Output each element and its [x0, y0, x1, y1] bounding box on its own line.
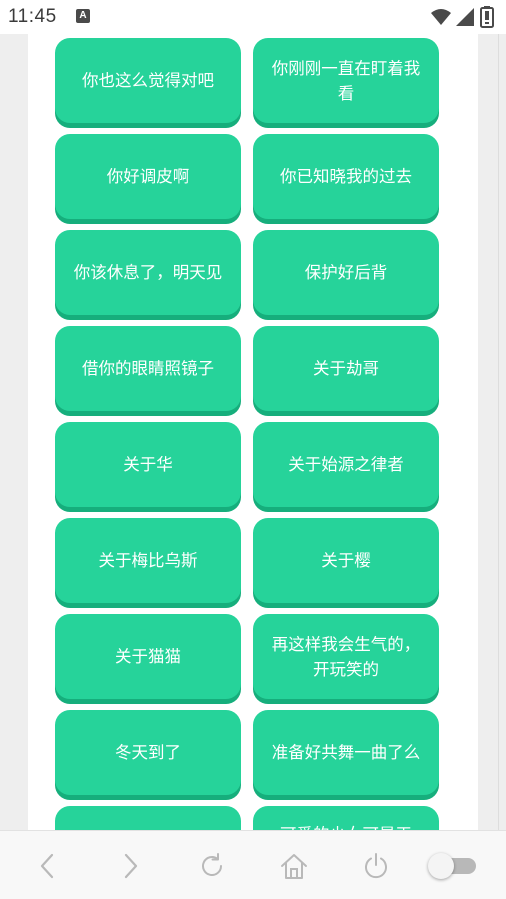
- refresh-button[interactable]: [195, 849, 229, 883]
- voice-button[interactable]: 冬天到了: [55, 710, 241, 795]
- voice-button-grid: 你也这么觉得对吧 你刚刚一直在盯着我看 你好调皮啊 你已知晓我的过去 你该休息了…: [55, 38, 439, 830]
- toggle-switch[interactable]: [428, 853, 476, 879]
- voice-button[interactable]: 关于劫哥: [253, 326, 439, 411]
- voice-button-label: 你好调皮啊: [106, 167, 190, 186]
- status-time: 11:45: [8, 6, 57, 27]
- power-button[interactable]: [359, 849, 393, 883]
- back-button[interactable]: [31, 849, 65, 883]
- voice-button[interactable]: 再这样我会生气的，开玩笑的: [253, 614, 439, 699]
- voice-button-label: 关于华: [123, 455, 173, 474]
- toggle-knob: [428, 853, 454, 879]
- voice-button-label: 关于梅比乌斯: [98, 551, 198, 570]
- voice-button-label: 保护好后背: [304, 263, 388, 282]
- voice-button[interactable]: 你也这么觉得对吧: [55, 38, 241, 123]
- voice-button[interactable]: 准备好共舞一曲了么: [253, 710, 439, 795]
- voice-button-label: 再这样我会生气的，开玩笑的: [271, 634, 421, 679]
- voice-button[interactable]: 你刚刚一直在盯着我看: [253, 38, 439, 123]
- page-gutter-left: [0, 34, 28, 830]
- home-icon: [281, 854, 307, 879]
- voice-button[interactable]: [55, 806, 241, 830]
- status-icons: [430, 6, 500, 28]
- voice-button-label: 借你的眼睛照镜子: [82, 359, 214, 378]
- voice-button-label: 你刚刚一直在盯着我看: [271, 58, 421, 103]
- home-button[interactable]: [277, 849, 311, 883]
- voice-button-label: 关于劫哥: [313, 359, 379, 378]
- voice-button-label: 冬天到了: [115, 743, 181, 762]
- browser-nav-bar: [0, 830, 506, 899]
- back-icon: [40, 853, 54, 879]
- battery-icon: [480, 6, 494, 28]
- wifi-icon: [431, 9, 451, 25]
- voice-button[interactable]: 借你的眼睛照镜子: [55, 326, 241, 411]
- refresh-icon: [202, 853, 222, 876]
- voice-button[interactable]: 可爱的少女可是天: [253, 806, 439, 830]
- voice-button-label: 关于樱: [321, 551, 371, 570]
- voice-button[interactable]: 关于猫猫: [55, 614, 241, 699]
- voice-button[interactable]: 关于始源之律者: [253, 422, 439, 507]
- forward-button[interactable]: [113, 849, 147, 883]
- forward-icon: [124, 853, 138, 879]
- signal-icon: [456, 8, 474, 26]
- page-gutter-right: [478, 34, 506, 830]
- voice-button-label: 你也这么觉得对吧: [82, 71, 214, 90]
- voice-button-label: 你已知晓我的过去: [280, 167, 412, 186]
- status-bar: 11:45 A: [0, 0, 506, 34]
- voice-list-container[interactable]: 你也这么觉得对吧 你刚刚一直在盯着我看 你好调皮啊 你已知晓我的过去 你该休息了…: [28, 34, 478, 830]
- voice-button-label: 可爱的少女可是天: [280, 822, 412, 830]
- voice-button[interactable]: 关于华: [55, 422, 241, 507]
- voice-button[interactable]: 关于梅比乌斯: [55, 518, 241, 603]
- voice-button[interactable]: 你该休息了，明天见: [55, 230, 241, 315]
- notification-icon: A: [76, 9, 90, 23]
- voice-button-label: 关于猫猫: [115, 647, 181, 666]
- voice-button-label: 关于始源之律者: [288, 455, 404, 474]
- power-icon: [365, 853, 387, 879]
- voice-button-label: 准备好共舞一曲了么: [271, 743, 421, 762]
- voice-button[interactable]: 你好调皮啊: [55, 134, 241, 219]
- voice-button[interactable]: 你已知晓我的过去: [253, 134, 439, 219]
- voice-button-label: 你该休息了，明天见: [73, 263, 223, 282]
- voice-button[interactable]: 保护好后背: [253, 230, 439, 315]
- voice-button[interactable]: 关于樱: [253, 518, 439, 603]
